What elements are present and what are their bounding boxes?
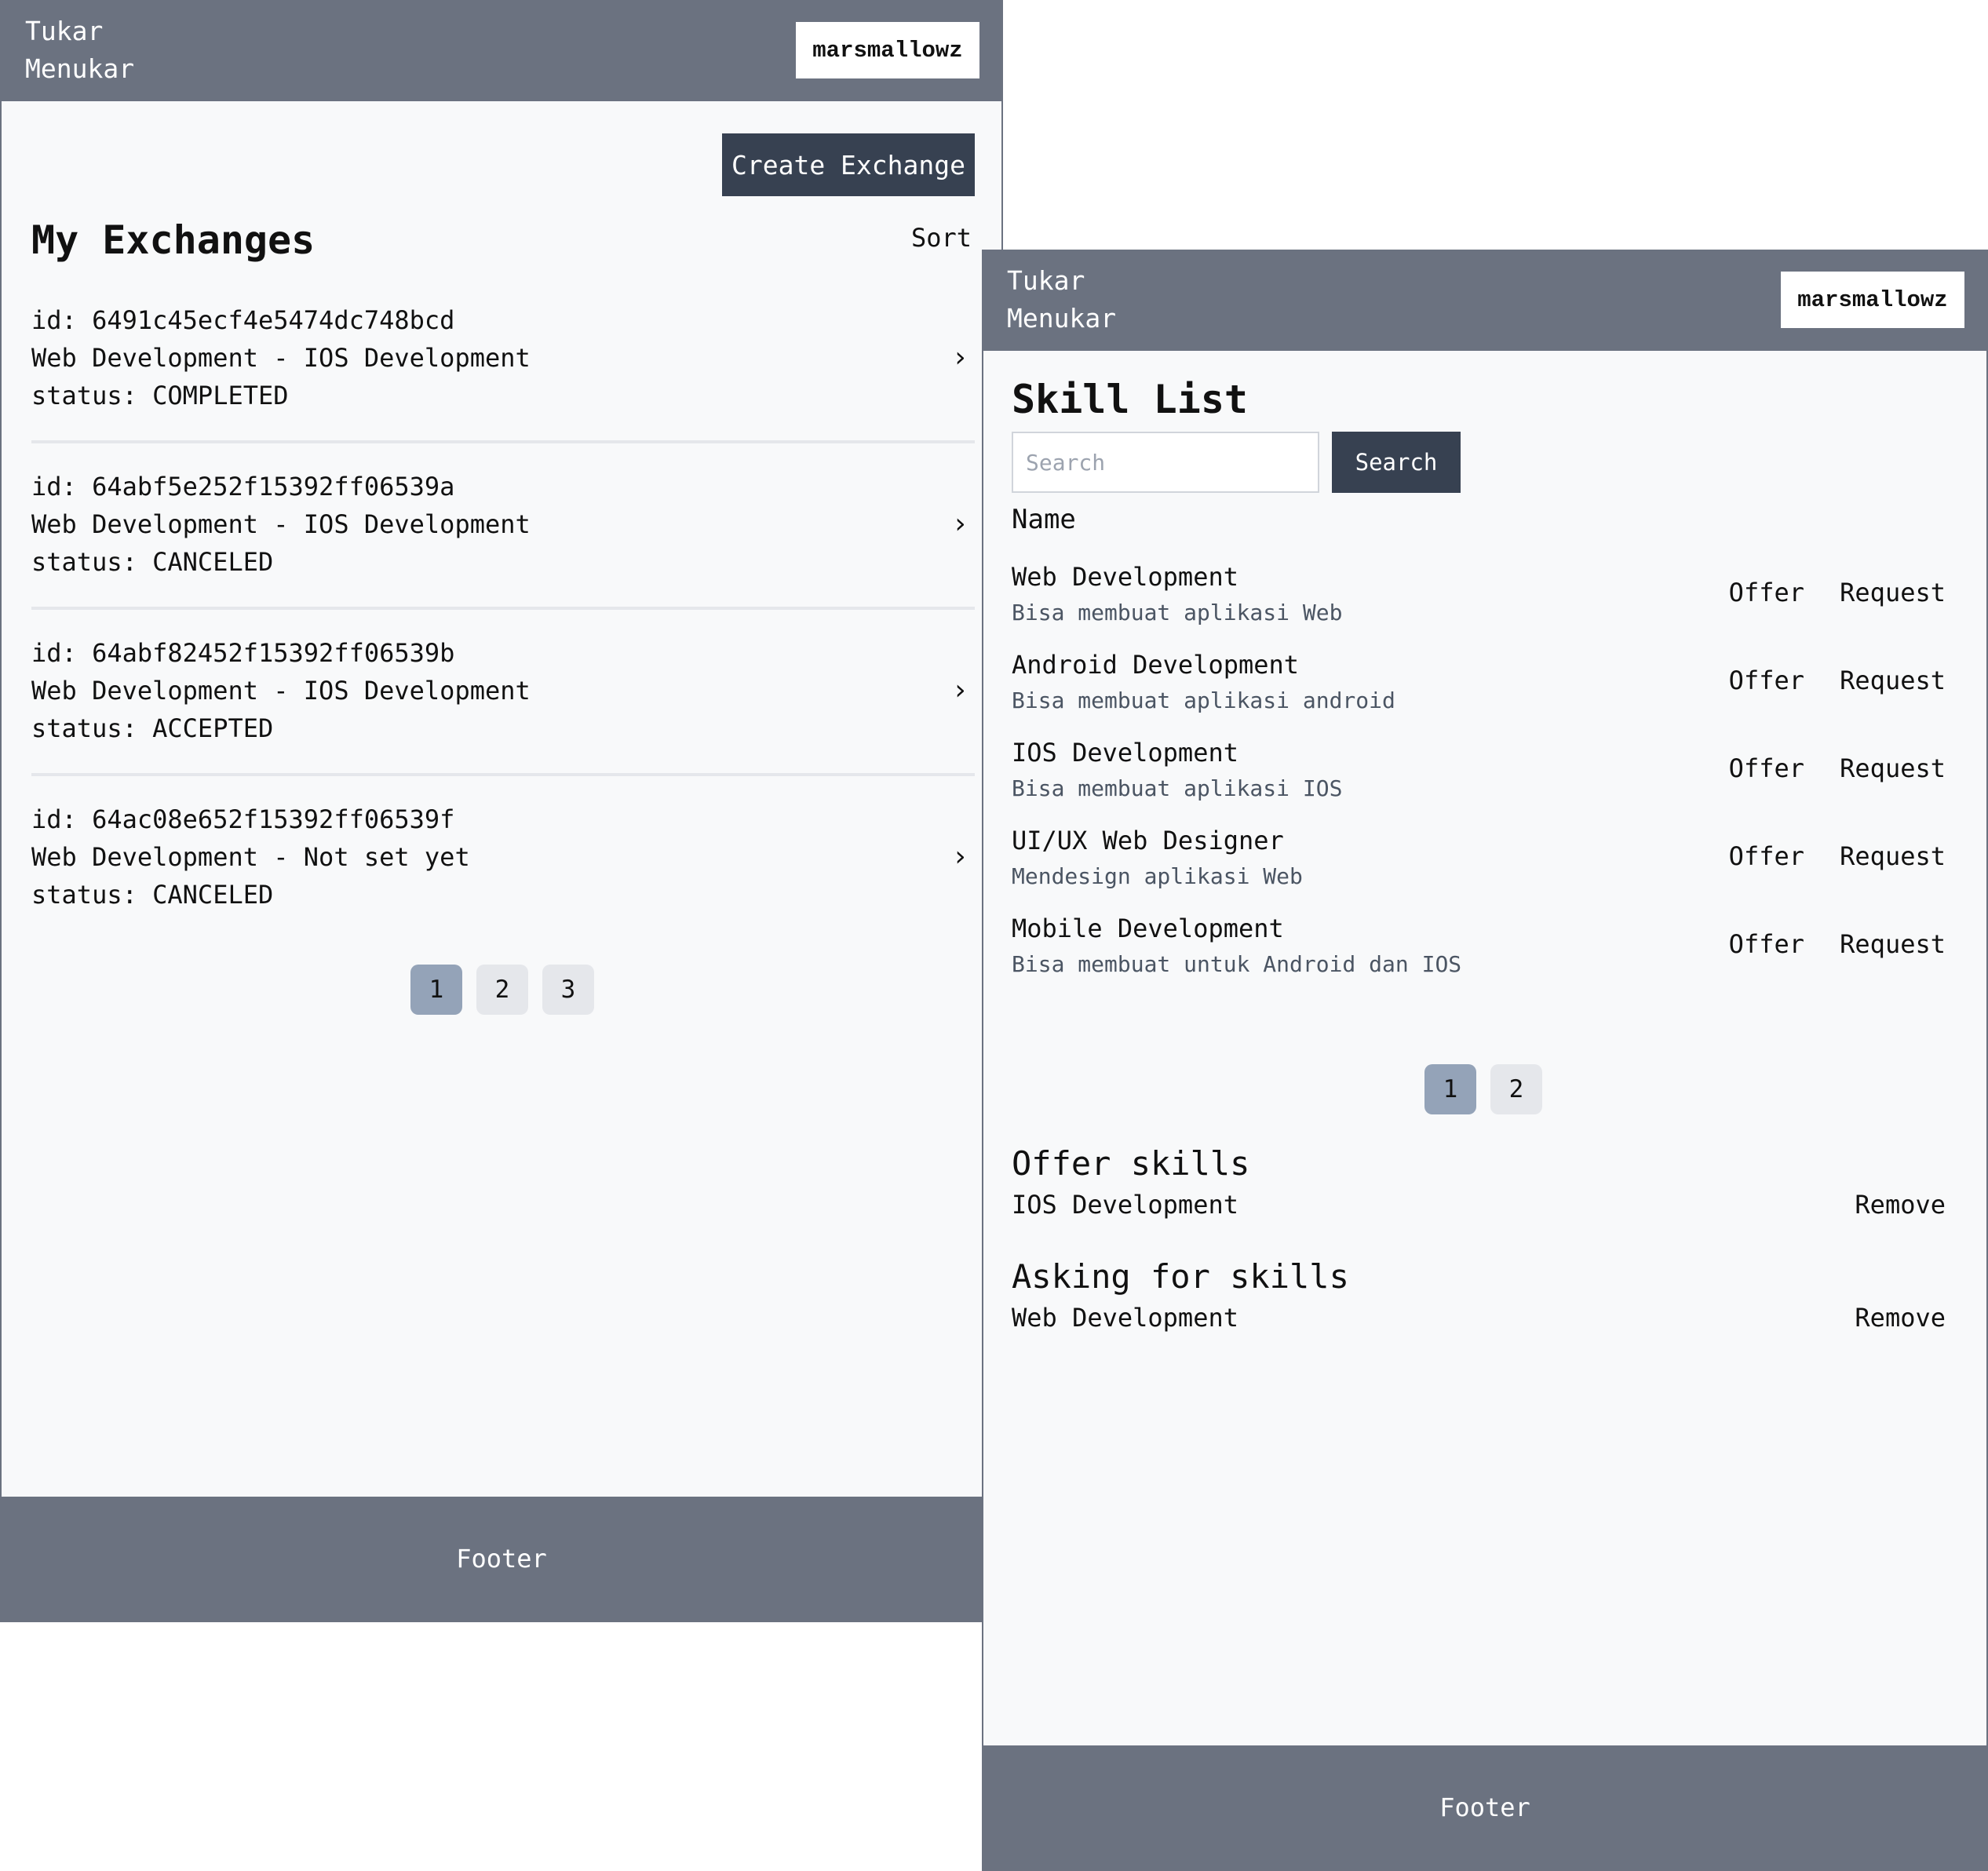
exchange-item[interactable]: id: 64abf82452f15392ff06539b Web Develop… xyxy=(31,634,975,747)
skill-row: Mobile Development Bisa membuat untuk An… xyxy=(1012,914,1946,989)
user-menu-button[interactable]: marsmallowz xyxy=(1781,272,1964,328)
offer-button[interactable]: Offer xyxy=(1729,753,1804,783)
footer-text: Footer xyxy=(456,1544,547,1574)
brand-line-2: Menukar xyxy=(1007,303,1117,334)
exchange-item[interactable]: id: 6491c45ecf4e5474dc748bcd Web Develop… xyxy=(31,301,975,414)
exchange-id: id: 64abf82452f15392ff06539b xyxy=(31,638,455,668)
request-button[interactable]: Request xyxy=(1840,753,1946,783)
skill-name: IOS Development xyxy=(1012,738,1238,768)
search-button[interactable]: Search xyxy=(1332,432,1461,493)
chevron-right-icon[interactable]: › xyxy=(951,838,968,876)
divider xyxy=(31,773,975,776)
top-navbar: Tukar Menukar marsmallowz xyxy=(2,2,1001,101)
divider xyxy=(31,607,975,610)
exchange-status: status: ACCEPTED xyxy=(31,713,274,743)
offer-button[interactable]: Offer xyxy=(1729,578,1804,607)
pagination: 1 2 3 xyxy=(410,965,594,1015)
skill-row: IOS Development Bisa membuat aplikasi IO… xyxy=(1012,738,1946,813)
offer-button[interactable]: Offer xyxy=(1729,666,1804,695)
top-navbar: Tukar Menukar marsmallowz xyxy=(983,251,1986,351)
skill-name: Mobile Development xyxy=(1012,914,1284,943)
exchange-skills: Web Development - IOS Development xyxy=(31,676,531,706)
skill-row: Web Development Bisa membuat aplikasi We… xyxy=(1012,562,1946,637)
skill-list-window: Tukar Menukar marsmallowz Skill List Sea… xyxy=(982,250,1988,1871)
page-button-1[interactable]: 1 xyxy=(1424,1064,1476,1114)
asking-skill-name: Web Development xyxy=(1012,1303,1238,1333)
skill-name: Web Development xyxy=(1012,562,1238,592)
skill-row: Android Development Bisa membuat aplikas… xyxy=(1012,650,1946,725)
asking-skill-item: Web Development Remove xyxy=(1012,1303,1946,1333)
remove-asking-button[interactable]: Remove xyxy=(1855,1303,1946,1333)
exchange-status: status: CANCELED xyxy=(31,547,274,577)
page-button-3[interactable]: 3 xyxy=(542,965,594,1015)
exchange-skills: Web Development - Not set yet xyxy=(31,842,470,872)
divider xyxy=(31,440,975,443)
pagination: 1 2 xyxy=(1424,1064,1542,1114)
page-button-2[interactable]: 2 xyxy=(1490,1064,1542,1114)
exchange-item[interactable]: id: 64abf5e252f15392ff06539a Web Develop… xyxy=(31,468,975,581)
skill-name: UI/UX Web Designer xyxy=(1012,826,1284,855)
skill-description: Bisa membuat aplikasi Web xyxy=(1012,600,1343,625)
remove-offer-button[interactable]: Remove xyxy=(1855,1190,1946,1220)
exchange-status: status: CANCELED xyxy=(31,880,274,910)
sort-button[interactable]: Sort xyxy=(911,223,972,253)
exchange-id: id: 64ac08e652f15392ff06539f xyxy=(31,804,455,834)
chevron-right-icon[interactable]: › xyxy=(951,339,968,377)
skill-description: Bisa membuat aplikasi IOS xyxy=(1012,775,1343,801)
chevron-right-icon[interactable]: › xyxy=(951,505,968,543)
exchange-id: id: 64abf5e252f15392ff06539a xyxy=(31,472,455,501)
search-input[interactable] xyxy=(1012,432,1319,493)
exchange-skills: Web Development - IOS Development xyxy=(31,343,531,373)
exchange-skills: Web Development - IOS Development xyxy=(31,509,531,539)
column-header-name: Name xyxy=(1012,504,1076,535)
footer: Footer xyxy=(983,1745,1986,1869)
request-button[interactable]: Request xyxy=(1840,929,1946,959)
skill-description: Bisa membuat untuk Android dan IOS xyxy=(1012,951,1462,977)
exchange-status: status: COMPLETED xyxy=(31,381,289,410)
brand-logo[interactable]: Tukar Menukar xyxy=(1007,262,1116,337)
skill-row: UI/UX Web Designer Mendesign aplikasi We… xyxy=(1012,826,1946,901)
brand-line-1: Tukar xyxy=(25,16,104,46)
offer-skills-title: Offer skills xyxy=(1012,1144,1250,1183)
exchange-item[interactable]: id: 64ac08e652f15392ff06539f Web Develop… xyxy=(31,801,975,914)
request-button[interactable]: Request xyxy=(1840,841,1946,871)
footer-text: Footer xyxy=(1439,1793,1530,1822)
create-exchange-button[interactable]: Create Exchange xyxy=(722,133,975,196)
user-menu-button[interactable]: marsmallowz xyxy=(796,22,979,78)
offer-button[interactable]: Offer xyxy=(1729,929,1804,959)
brand-line-1: Tukar xyxy=(1007,265,1085,296)
page-button-2[interactable]: 2 xyxy=(476,965,528,1015)
page-title: My Exchanges xyxy=(31,217,316,263)
chevron-right-icon[interactable]: › xyxy=(951,672,968,709)
skill-description: Bisa membuat aplikasi android xyxy=(1012,687,1395,713)
exchange-id: id: 6491c45ecf4e5474dc748bcd xyxy=(31,305,455,335)
brand-logo[interactable]: Tukar Menukar xyxy=(25,13,134,88)
request-button[interactable]: Request xyxy=(1840,666,1946,695)
page-title: Skill List xyxy=(1012,377,1249,422)
brand-line-2: Menukar xyxy=(25,53,135,84)
footer: Footer xyxy=(2,1497,1001,1621)
asking-skills-title: Asking for skills xyxy=(1012,1257,1349,1296)
exchanges-window: Tukar Menukar marsmallowz Create Exchang… xyxy=(0,0,1003,1622)
skill-name: Android Development xyxy=(1012,650,1300,680)
page-button-1[interactable]: 1 xyxy=(410,965,462,1015)
offer-skill-item: IOS Development Remove xyxy=(1012,1190,1946,1220)
request-button[interactable]: Request xyxy=(1840,578,1946,607)
skill-description: Mendesign aplikasi Web xyxy=(1012,863,1303,889)
offer-skill-name: IOS Development xyxy=(1012,1190,1238,1220)
offer-button[interactable]: Offer xyxy=(1729,841,1804,871)
